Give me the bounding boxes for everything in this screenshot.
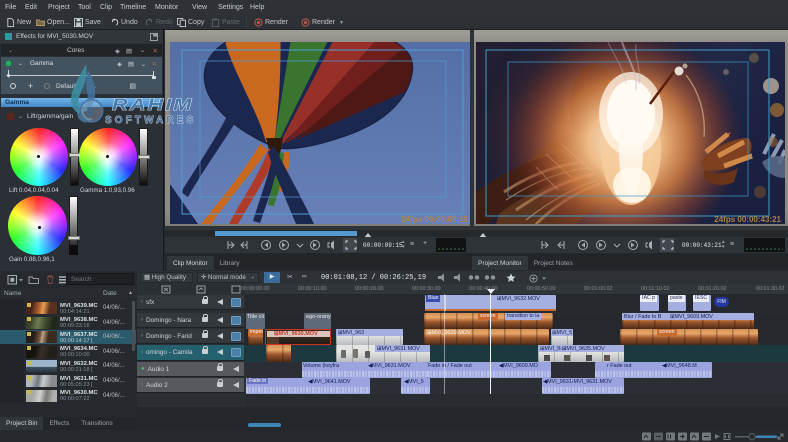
svg-text:RAHIM: RAHIM [112, 95, 194, 114]
svg-text:R: R [84, 105, 94, 120]
svg-text:24fps 00:00:43:21: 24fps 00:00:43:21 [714, 215, 781, 224]
svg-text:SOFTWARES: SOFTWARES [105, 115, 196, 126]
svg-text:24fps 00:00:09:15: 24fps 00:00:09:15 [401, 215, 468, 224]
